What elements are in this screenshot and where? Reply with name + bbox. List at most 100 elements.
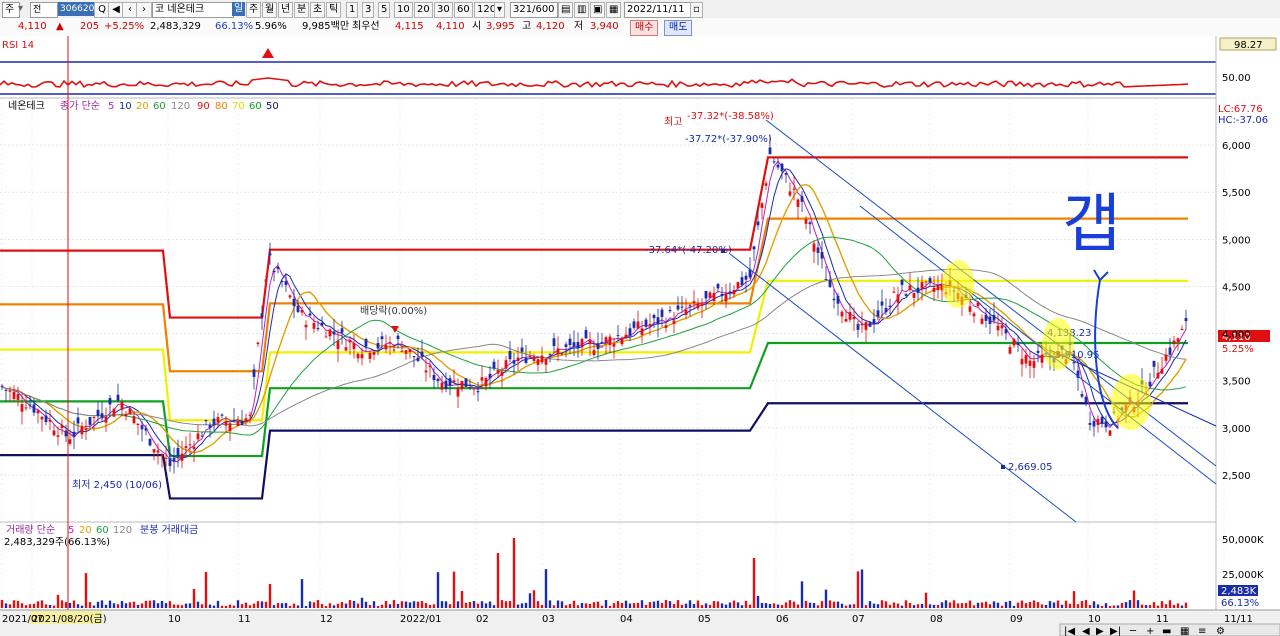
period-year[interactable]: 년	[278, 2, 294, 18]
candle-body	[976, 302, 980, 307]
candle-body	[812, 243, 816, 252]
candle-body	[880, 301, 884, 306]
scroll-prev-icon[interactable]: ◀	[1082, 626, 1090, 636]
volume-bar	[420, 601, 424, 608]
calendar-icon[interactable]: ▦	[606, 2, 622, 18]
quote-amount: 9,985백만	[302, 21, 350, 32]
volume-bar	[76, 604, 80, 608]
volume-bar	[192, 588, 196, 608]
candle-body	[664, 325, 668, 328]
period-month[interactable]: 월	[262, 2, 278, 18]
volume-bar	[108, 600, 112, 608]
legend-name: 네온테크	[8, 100, 45, 112]
volume-bar	[888, 604, 892, 608]
stock-code-input[interactable]: 306620	[58, 2, 94, 16]
date-tick: 12	[320, 614, 333, 625]
volume-bar	[180, 605, 184, 608]
zoom-out-icon[interactable]: ─	[1129, 626, 1137, 636]
volume-bar	[16, 600, 20, 608]
volume-bar	[580, 602, 584, 608]
candle-body	[504, 360, 508, 369]
volume-bar	[976, 602, 980, 608]
save-icon[interactable]: ▣	[590, 2, 606, 18]
volume-bar	[452, 571, 456, 608]
minute-3[interactable]: 3	[362, 2, 375, 18]
volume-bar	[820, 601, 824, 608]
minute-5[interactable]: 5	[378, 2, 391, 18]
quote-best: 4,115	[395, 21, 424, 32]
date-field[interactable]: 2022/11/11	[624, 2, 692, 18]
scroll-last-icon[interactable]: ▶|	[1110, 626, 1121, 636]
legend-line-60: 60	[249, 101, 262, 112]
market-selector[interactable]: 전	[30, 2, 58, 18]
list-icon[interactable]: ≡	[1198, 626, 1206, 636]
candle-body	[132, 416, 136, 424]
minute-60[interactable]: 60	[454, 2, 473, 18]
minute-20[interactable]: 20	[414, 2, 433, 18]
settings-icon[interactable]: ⚙	[1216, 626, 1225, 636]
sell-button[interactable]: 매도	[664, 20, 693, 36]
candle-body	[608, 336, 612, 346]
candle-body	[64, 430, 68, 437]
stock-chart: RSI 14 98.27 50.00 네온테크 종가 단순 5 10 20 60…	[0, 36, 1280, 636]
volume-bar	[484, 603, 488, 608]
volume-bar	[784, 602, 788, 608]
volume-bar	[260, 601, 264, 608]
zoom-in-icon[interactable]: ▤	[558, 2, 574, 18]
volume-current: 2,483,329주(66.13%)	[4, 537, 110, 548]
chevron-down-icon[interactable]: ▾	[494, 2, 506, 18]
candle-body	[152, 449, 156, 453]
volume-bar	[1144, 605, 1148, 608]
candle-body	[656, 317, 660, 325]
candle-body	[92, 417, 96, 419]
candle-body	[292, 298, 296, 306]
quote-open: 3,995	[486, 21, 515, 32]
candle-body	[212, 418, 216, 426]
chevron-down-icon[interactable]: ▾	[18, 2, 23, 16]
volume-bar	[308, 601, 312, 608]
period-week[interactable]: 주	[246, 2, 262, 18]
date-tick: 11	[1156, 614, 1169, 625]
candle-body	[408, 349, 412, 353]
zoom-in-icon[interactable]: +	[1146, 626, 1154, 636]
candle-body	[592, 350, 596, 355]
next-icon[interactable]: ›	[136, 2, 152, 18]
scroll-next-icon[interactable]: ▶	[1096, 626, 1104, 636]
candle-body	[784, 172, 788, 175]
period-tick[interactable]: 틱	[326, 2, 342, 18]
candle-body	[668, 309, 672, 312]
stock-name[interactable]: 코 네온테크	[152, 2, 234, 18]
grid-icon[interactable]: ▦	[1180, 626, 1189, 636]
period-minute[interactable]: 분	[294, 2, 310, 18]
rsi-title: RSI 14	[2, 40, 34, 51]
volume-bar	[376, 605, 380, 608]
candle-body	[404, 350, 408, 354]
count-field[interactable]: 321/600	[510, 2, 558, 18]
volume-bar	[92, 605, 96, 608]
volume-bar	[1012, 605, 1016, 608]
minute-1[interactable]: 1	[346, 2, 359, 18]
volume-bar	[248, 605, 252, 608]
candle-body	[1172, 340, 1176, 344]
zoom-reset-icon[interactable]: ▬	[1162, 626, 1171, 636]
period-day[interactable]: 일	[232, 2, 246, 16]
volume-bar	[528, 593, 532, 608]
volume-bar	[476, 603, 480, 608]
candle-body	[72, 431, 76, 437]
volume-bar	[1036, 602, 1040, 608]
zoom-out-icon[interactable]: ▥	[574, 2, 590, 18]
price-tick: 6,000	[1222, 141, 1251, 152]
volume-bar	[744, 600, 748, 608]
calendar-picker-icon[interactable]: ▫	[690, 2, 703, 18]
volume-bar	[296, 605, 300, 608]
candle-body	[380, 336, 384, 340]
volume-bar	[152, 600, 156, 608]
volume-bar	[620, 602, 624, 608]
buy-button[interactable]: 매수	[630, 20, 659, 36]
minute-30[interactable]: 30	[434, 2, 453, 18]
period-second[interactable]: 초	[310, 2, 326, 18]
minute-10[interactable]: 10	[394, 2, 413, 18]
candle-body	[108, 398, 112, 405]
volume-ma-20: 20	[79, 525, 92, 536]
scroll-first-icon[interactable]: |◀	[1064, 626, 1075, 636]
